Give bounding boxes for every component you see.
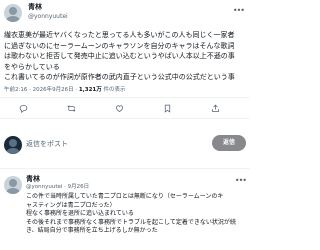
avatar[interactable] — [4, 136, 22, 154]
tweet-text: 繊衣恵美が最近ヤバくなったと思ってる人も多いがこの人も同じく一家者 に過ぎないの… — [4, 30, 246, 83]
reply-composer: 返信 — [0, 122, 250, 166]
tweet-date[interactable]: 2026年9月26日 — [33, 87, 74, 93]
avatar[interactable] — [4, 4, 22, 22]
display-name[interactable]: 青林 — [26, 175, 40, 184]
share-icon — [211, 104, 219, 112]
display-name[interactable]: 青林 — [28, 3, 42, 12]
retweet-action[interactable] — [56, 101, 86, 115]
divider — [0, 97, 250, 98]
user-handle[interactable]: @yonnyuutei — [28, 13, 68, 21]
like-action[interactable] — [104, 101, 134, 115]
reply-action[interactable] — [8, 101, 38, 115]
reply-text: この件で当時所属していた青二プロとは無断になり（セーラームーンのキ ャスティング… — [26, 193, 246, 236]
more-dots-icon[interactable]: ••• — [235, 177, 247, 185]
bookmark-icon — [164, 104, 170, 113]
tweet-header: 青林 @yonnyuutei ••• — [4, 3, 245, 23]
like-icon — [115, 104, 123, 112]
reply-text-line: この件で当時所属していた青二プロとは無断になり（セーラームーンのキ — [26, 193, 224, 200]
tweet-text-line: は歌わないと拒否して発売中止に追い込むというやばい人本以上不遜の事 — [4, 52, 235, 60]
tweet-time[interactable]: 午前2:16 — [4, 87, 27, 93]
tweet-text-line: をやらかしている — [4, 62, 60, 71]
action-bar — [0, 101, 250, 115]
divider — [0, 168, 250, 169]
tweet-text-line: に過ぎないのにセーラームーンのキャラソンを自分のキャラはそんな歌詞 — [4, 41, 235, 50]
share-action[interactable] — [200, 101, 230, 115]
tweet-text-line: これ書いてるのが作詞が原作者の武内直子という公式中の公式だという事 — [4, 73, 235, 81]
reply-icon — [19, 104, 27, 113]
reply-text-line: 程なく事務所を退所に追い込まれている — [26, 210, 134, 218]
divider — [0, 118, 250, 119]
retweet-icon — [67, 104, 75, 112]
bookmark-action[interactable] — [152, 101, 182, 115]
reply-input[interactable] — [26, 137, 196, 151]
more-dots-icon[interactable]: ••• — [233, 7, 245, 15]
views-count: 1,321万 — [78, 87, 102, 93]
reply-tweet[interactable]: 青林 @yonnyuutei · 9月26日 ••• この件で当時所属していた青… — [0, 172, 250, 250]
reply-text-line: き、結局自分で事務所を立ち上げるしか無かった — [26, 227, 158, 235]
user-handle[interactable]: @yonnyuutei — [26, 184, 62, 190]
reply-button[interactable]: 返信 — [212, 135, 246, 151]
views-label: 件の表示 — [103, 87, 126, 93]
avatar[interactable] — [4, 176, 22, 194]
reply-text-line: ャスティングは青二プロだった） — [26, 201, 116, 209]
tweet-date[interactable]: 9月26日 — [68, 184, 90, 190]
reply-handle-line: @yonnyuutei · 9月26日 — [26, 184, 90, 190]
tweet-text-line: 繊衣恵美が最近ヤバくなったと思ってる人も多いがこの人も同じく一家者 — [4, 31, 235, 39]
tweet-meta: 午前2:16 · 2026年9月26日 · 1,321万 件の表示 — [4, 87, 126, 93]
